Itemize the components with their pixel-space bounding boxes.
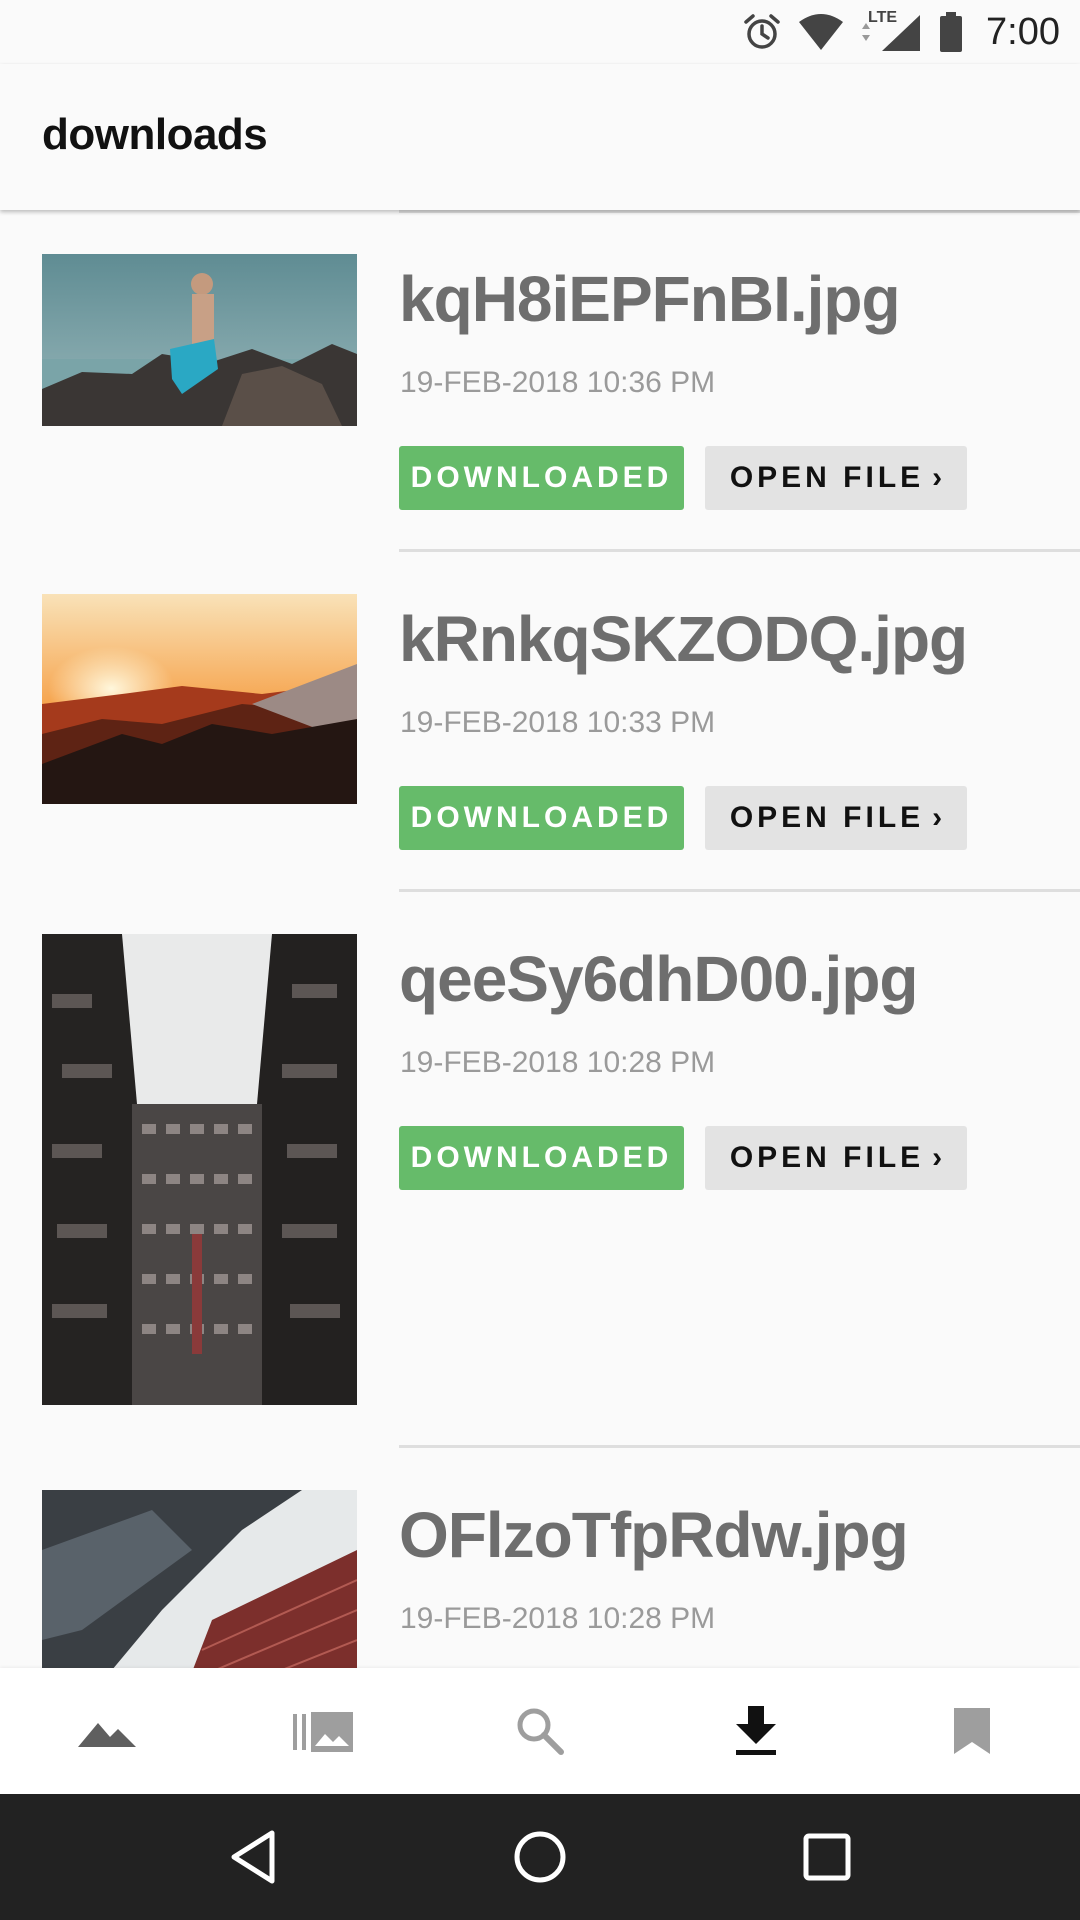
recents-icon	[803, 1833, 851, 1881]
downloaded-badge: DOWNLOADED	[399, 446, 684, 510]
tab-bookmarks[interactable]	[864, 1668, 1080, 1794]
alarm-icon	[744, 14, 780, 49]
open-file-label: OPEN FILE	[729, 1141, 925, 1174]
download-icon	[736, 1706, 776, 1755]
tab-downloads[interactable]	[648, 1668, 864, 1794]
download-item: OFlzoTfpRdw.jpg 19-FEB-2018 10:28 PM	[0, 1446, 1080, 1668]
open-file-label: OPEN FILE	[729, 461, 925, 494]
wifi-icon	[799, 14, 844, 50]
downloads-list[interactable]: kqH8iEPFnBI.jpg 19-FEB-2018 10:36 PM DOW…	[0, 210, 1080, 1668]
file-date: 19-FEB-2018 10:28 PM	[400, 1046, 716, 1079]
app-bar: downloads	[0, 64, 1080, 210]
downloaded-badge: DOWNLOADED	[399, 786, 684, 850]
file-date: 19-FEB-2018 10:33 PM	[400, 706, 716, 739]
file-name: qeeSy6dhD00.jpg	[399, 943, 918, 1015]
status-icons: LTE 7:00	[742, 8, 1060, 56]
downloaded-badge: DOWNLOADED	[399, 1126, 684, 1190]
landscape-icon	[78, 1723, 136, 1747]
home-icon	[514, 1831, 566, 1883]
thumbnail-image[interactable]	[42, 594, 357, 804]
open-file-button[interactable]: OPEN FILE ›	[705, 786, 967, 850]
battery-icon	[940, 12, 963, 52]
tab-search[interactable]	[432, 1668, 648, 1794]
file-date: 19-FEB-2018 10:36 PM	[400, 366, 716, 399]
file-name: OFlzoTfpRdw.jpg	[399, 1499, 909, 1571]
open-file-button[interactable]: OPEN FILE ›	[705, 446, 967, 510]
tab-home[interactable]	[0, 1668, 216, 1794]
page-title: downloads	[42, 110, 268, 159]
system-navigation-bar	[0, 1794, 1080, 1920]
download-item: kqH8iEPFnBI.jpg 19-FEB-2018 10:36 PM DOW…	[0, 210, 1080, 550]
search-icon	[517, 1708, 564, 1755]
thumbnail-image[interactable]	[42, 1490, 357, 1668]
bottom-navigation	[0, 1668, 1080, 1794]
chevron-right-icon: ›	[932, 801, 943, 834]
download-item: kRnkqSKZODQ.jpg 19-FEB-2018 10:33 PM DOW…	[0, 550, 1080, 890]
collections-icon	[293, 1712, 353, 1752]
open-file-button[interactable]: OPEN FILE ›	[705, 1126, 967, 1190]
open-file-label: OPEN FILE	[729, 801, 925, 834]
tab-collections[interactable]	[216, 1668, 432, 1794]
thumbnail-image[interactable]	[42, 934, 357, 1405]
home-button[interactable]	[500, 1817, 580, 1897]
thumbnail-image[interactable]	[42, 254, 357, 426]
file-date: 19-FEB-2018 10:28 PM	[400, 1602, 716, 1635]
recents-button[interactable]	[787, 1817, 867, 1897]
status-time: 7:00	[986, 10, 1060, 53]
bookmark-icon	[954, 1708, 990, 1754]
chevron-right-icon: ›	[932, 1141, 943, 1174]
chevron-right-icon: ›	[932, 461, 943, 494]
lte-signal-icon: LTE	[860, 9, 922, 53]
file-name: kRnkqSKZODQ.jpg	[399, 603, 968, 675]
back-button[interactable]	[213, 1817, 293, 1897]
file-name: kqH8iEPFnBI.jpg	[399, 263, 901, 335]
download-item: qeeSy6dhD00.jpg 19-FEB-2018 10:28 PM DOW…	[0, 890, 1080, 1446]
status-bar: LTE 7:00	[0, 0, 1080, 64]
back-icon	[231, 1830, 275, 1884]
